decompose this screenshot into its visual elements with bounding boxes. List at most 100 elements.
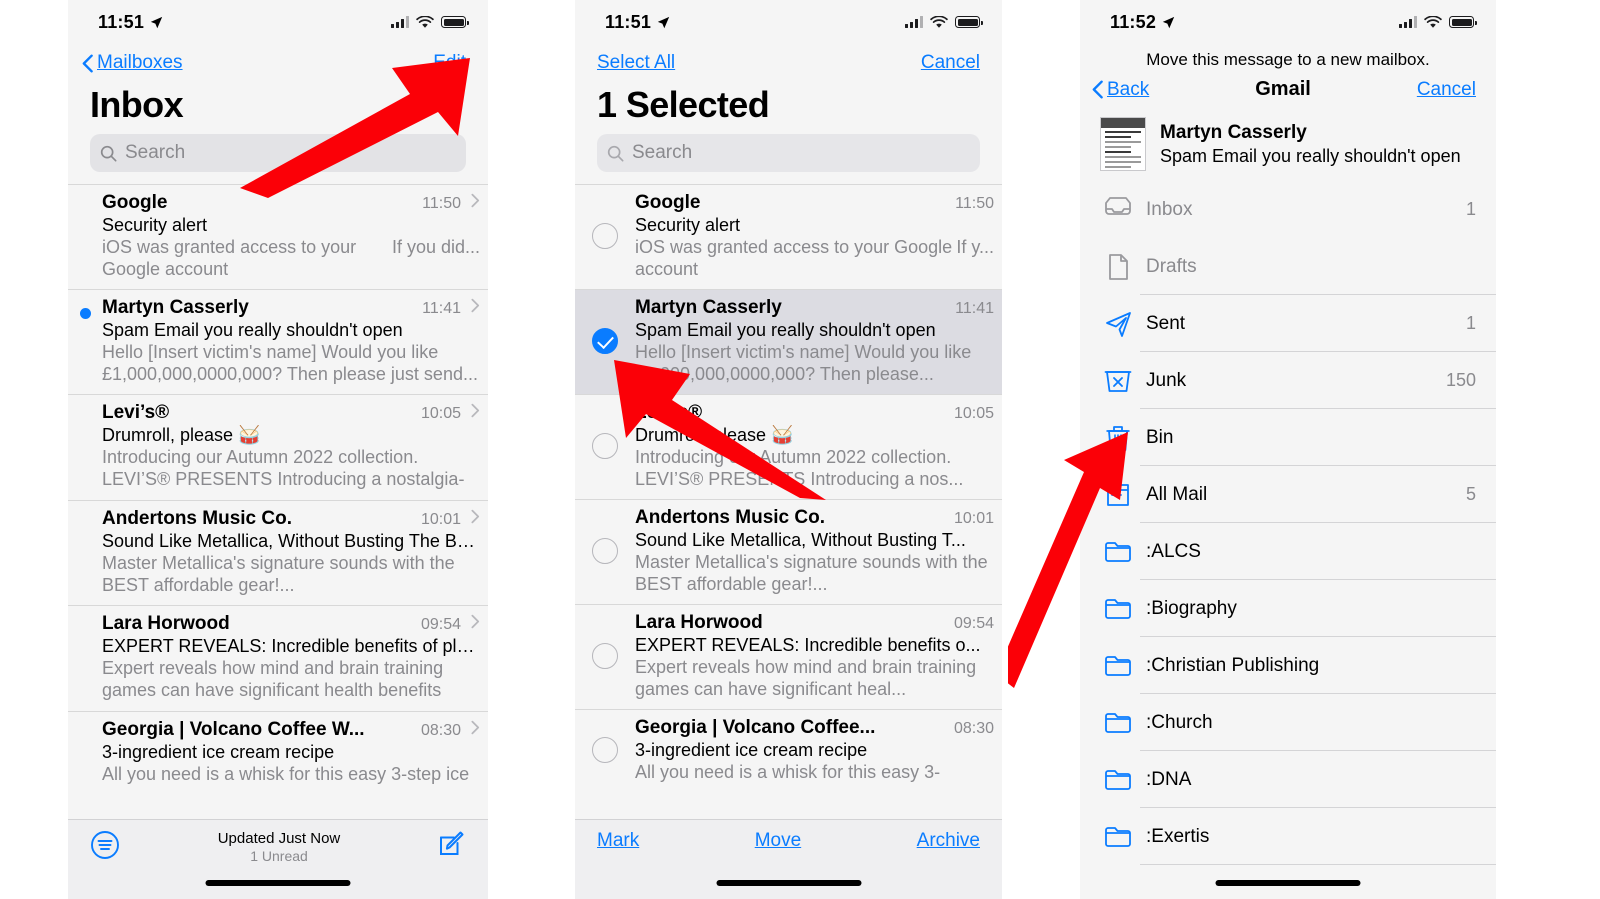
email-list-item[interactable]: Lara Horwood 09:54 EXPERT REVEALS: Incredi… bbox=[68, 606, 488, 712]
email-header-row: Andertons Music Co. 10:01 bbox=[635, 507, 994, 529]
chevron-right-icon bbox=[471, 614, 480, 628]
mailbox-list-item[interactable]: :ALCS bbox=[1080, 523, 1496, 580]
email-header-row: Georgia | Volcano Coffee W... 08:30 bbox=[102, 719, 480, 741]
cancel-button[interactable]: Cancel bbox=[921, 52, 980, 74]
message-subject: Spam Email you really shouldn't open bbox=[1160, 145, 1461, 166]
email-sender: Levi’s® bbox=[635, 401, 703, 423]
mark-button[interactable]: Mark bbox=[597, 830, 639, 852]
junk-icon bbox=[1104, 370, 1132, 392]
status-indicators bbox=[1399, 15, 1477, 29]
home-indicator bbox=[716, 880, 861, 886]
email-preview: Expert reveals how mind and brain traini… bbox=[102, 657, 444, 703]
email-list-item[interactable]: Andertons Music Co. 10:01 Sound Like Metal… bbox=[575, 500, 1002, 605]
action-bar: Mark Move Archive bbox=[597, 830, 980, 852]
email-content: Georgia | Volcano Coffee W... 08:30 3-ingr… bbox=[102, 719, 488, 786]
cancel-button[interactable]: Cancel bbox=[1417, 79, 1476, 101]
email-list-item[interactable]: Google 11:50 Security alert If y... iOS was … bbox=[575, 185, 1002, 290]
archive-button[interactable]: Archive bbox=[917, 830, 980, 852]
location-arrow-icon bbox=[657, 16, 670, 28]
email-list-item[interactable]: Andertons Music Co. 10:01 Sound Like Metal… bbox=[68, 501, 488, 606]
checkbox-unchecked-icon bbox=[592, 643, 618, 670]
status-time-group: 11:51 bbox=[605, 12, 670, 33]
mailbox-list-item[interactable]: Inbox 1 bbox=[1080, 181, 1496, 238]
navigation-bar: Mailboxes Edit bbox=[68, 44, 488, 80]
email-sender: Georgia | Volcano Coffee... bbox=[635, 716, 876, 738]
email-header-row: Lara Horwood 09:54 bbox=[102, 613, 480, 635]
email-checkbox[interactable] bbox=[575, 402, 635, 491]
panel-move-mailbox: 11:52 Move this message to a new mailbox… bbox=[1080, 0, 1496, 899]
email-content: Andertons Music Co. 10:01 Sound Like Metal… bbox=[102, 508, 488, 597]
email-checkbox[interactable] bbox=[575, 507, 635, 596]
cellular-signal-icon bbox=[905, 16, 923, 28]
email-checkbox[interactable] bbox=[575, 612, 635, 701]
email-list-item[interactable]: Georgia | Volcano Coffee... 08:30 3-ingred… bbox=[575, 710, 1002, 792]
inbox-icon bbox=[1105, 196, 1131, 215]
email-sender: Georgia | Volcano Coffee W... bbox=[102, 718, 365, 740]
email-content: Lara Horwood 09:54 EXPERT REVEALS: Incredi… bbox=[635, 612, 1002, 701]
mailbox-label: All Mail bbox=[1146, 483, 1208, 505]
email-time: 10:01 bbox=[420, 510, 461, 528]
email-preview: All you need is a whisk for this easy 3-… bbox=[102, 763, 470, 784]
mailbox-list-item[interactable]: :DNA bbox=[1080, 751, 1496, 808]
filter-icon[interactable] bbox=[90, 830, 120, 860]
email-header-row: Google 11:50 bbox=[635, 192, 994, 214]
email-checkbox[interactable] bbox=[575, 717, 635, 784]
mailbox-list-item[interactable]: All Mail 5 bbox=[1080, 466, 1496, 523]
compose-icon[interactable] bbox=[438, 830, 466, 858]
bottom-toolbar: Updated Just Now 1 Unread bbox=[68, 819, 488, 899]
email-preview: If y... iOS was granted access to your Go… bbox=[635, 237, 994, 279]
mailbox-list-item[interactable]: :Church bbox=[1080, 694, 1496, 751]
chevron-right-icon bbox=[471, 193, 480, 208]
move-button[interactable]: Move bbox=[755, 830, 801, 852]
email-preview-tail: If you did... bbox=[391, 237, 480, 257]
email-subject: EXPERT REVEALS: Incredible benefits of p… bbox=[102, 635, 480, 656]
email-time: 10:05 bbox=[420, 404, 461, 422]
panel-selection: 11:51 Select All Cancel 1 Selected Searc… bbox=[575, 0, 1002, 899]
email-list-item[interactable]: Georgia | Volcano Coffee W... 08:30 3-ingr… bbox=[68, 712, 488, 794]
mailbox-list: Inbox 1 Drafts Sent 1 Junk 150 Bin All Mail 5:ALC… bbox=[1080, 181, 1496, 865]
mailbox-list-item[interactable]: Junk 150 bbox=[1080, 352, 1496, 409]
email-checkbox[interactable] bbox=[575, 297, 635, 386]
mailbox-label: Drafts bbox=[1146, 255, 1197, 277]
chevron-right-icon bbox=[471, 720, 480, 734]
email-list-item[interactable]: Martyn Casserly 11:41 Spam Email you reall… bbox=[68, 290, 488, 395]
mailboxes-back-button[interactable]: Mailboxes bbox=[82, 52, 183, 74]
mailbox-list-item[interactable]: Bin bbox=[1080, 409, 1496, 466]
search-input[interactable]: Search bbox=[90, 134, 466, 172]
mailbox-label: Sent bbox=[1146, 312, 1186, 334]
email-sender: Martyn Casserly bbox=[102, 296, 249, 318]
list-divider bbox=[1140, 864, 1496, 865]
search-input[interactable]: Search bbox=[597, 134, 980, 172]
email-header-row: Google 11:50 bbox=[102, 192, 480, 214]
edit-button[interactable]: Edit bbox=[433, 52, 466, 74]
email-list-item[interactable]: Google 11:50 Security alert If you did... iO… bbox=[68, 185, 488, 290]
email-list-item[interactable]: Martyn Casserly 11:41 Spam Email you reall… bbox=[575, 289, 1002, 395]
email-time: 09:54 bbox=[420, 615, 461, 633]
status-indicators bbox=[391, 15, 469, 29]
status-bar: 11:51 bbox=[68, 0, 488, 44]
move-hint-text: Move this message to a new mailbox. bbox=[1146, 50, 1430, 69]
email-list-item[interactable]: Levi’s® 10:05 Drumroll, please 🥁 Introducin… bbox=[575, 395, 1002, 500]
email-list-item[interactable]: Levi’s® 10:05 Drumroll, please 🥁 Introducin… bbox=[68, 395, 488, 501]
email-list: Google 11:50 Security alert If y... iOS was … bbox=[575, 184, 1002, 791]
folder-icon bbox=[1105, 598, 1131, 619]
email-header-row: Martyn Casserly 11:41 bbox=[635, 297, 994, 319]
email-checkbox[interactable] bbox=[575, 192, 635, 281]
select-all-button[interactable]: Select All bbox=[597, 52, 675, 74]
mailbox-list-item[interactable]: Sent 1 bbox=[1080, 295, 1496, 352]
mailbox-list-item[interactable]: :Exertis bbox=[1080, 808, 1496, 865]
email-sender: Andertons Music Co. bbox=[635, 506, 826, 528]
mailbox-list-item[interactable]: Drafts bbox=[1080, 238, 1496, 295]
email-list-item[interactable]: Lara Horwood 09:54 EXPERT REVEALS: Incredi… bbox=[575, 605, 1002, 710]
email-time: 10:05 bbox=[953, 404, 994, 422]
unread-indicator-slot bbox=[68, 192, 102, 203]
sync-status: Updated Just Now 1 Unread bbox=[120, 830, 438, 864]
mailbox-list-item[interactable]: :Biography bbox=[1080, 580, 1496, 637]
status-time: 11:51 bbox=[98, 11, 145, 32]
folder-icon bbox=[1105, 655, 1131, 676]
mailbox-list-item[interactable]: :Christian Publishing bbox=[1080, 637, 1496, 694]
back-button[interactable]: Back bbox=[1092, 79, 1149, 101]
email-header-row: Georgia | Volcano Coffee... 08:30 bbox=[635, 717, 994, 739]
chevron-right-icon bbox=[471, 403, 480, 418]
unread-indicator-slot bbox=[68, 508, 102, 519]
